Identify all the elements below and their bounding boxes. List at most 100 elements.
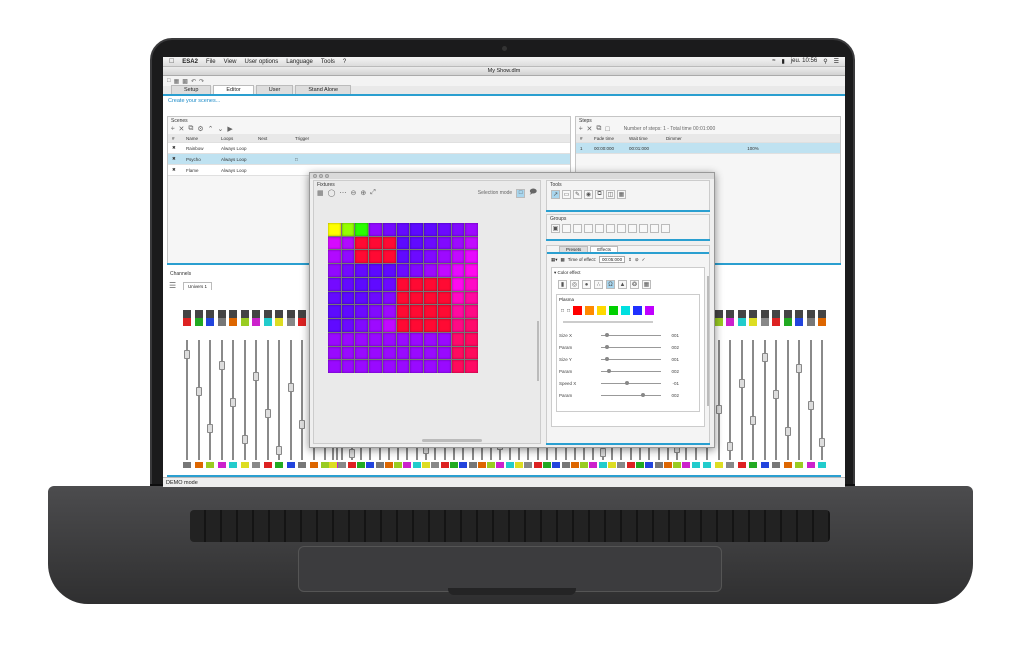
fixture-cell[interactable] [451,223,465,236]
menu-language[interactable]: Language [286,59,313,65]
group-icon[interactable] [573,224,582,233]
fire-icon[interactable]: ▲ [618,280,627,289]
fader-track[interactable] [209,340,211,460]
rectangle-icon[interactable]: ▭ [562,190,571,199]
channel-fader[interactable] [183,310,191,470]
fader-handle[interactable] [807,401,814,410]
fixture-cell[interactable] [355,332,369,346]
copy-scene-icon[interactable]: ⧉ [188,125,193,133]
fixture-cell[interactable] [410,277,424,291]
fader-handle[interactable] [738,379,745,388]
plasma-icon[interactable]: Ω [606,280,615,289]
fixture-cell[interactable] [382,319,396,332]
fixture-cell[interactable] [410,250,424,264]
color-swatch[interactable] [585,306,595,315]
group-icon[interactable] [584,224,593,233]
fixture-cell[interactable] [355,305,369,319]
clock[interactable]: jeu. 10:56 [791,58,817,65]
fader-handle[interactable] [348,449,355,458]
fixture-cell[interactable] [369,223,382,236]
group-icon[interactable] [628,224,637,233]
group-icon[interactable] [595,224,604,233]
fixture-cell[interactable] [451,291,465,305]
fixture-cell[interactable] [465,360,478,373]
fixture-cell[interactable] [437,305,451,319]
copy-step-icon[interactable]: ⧉ [596,125,601,133]
fixture-cell[interactable] [369,319,382,332]
fixture-cell[interactable] [328,291,341,305]
menu-list-icon[interactable]: ☰ [834,58,839,65]
param-slider[interactable] [601,332,661,337]
fader-handle[interactable] [207,424,213,433]
copy-icon[interactable]: ⧉ [595,190,604,199]
color-swatch[interactable] [633,306,643,315]
fixture-cell[interactable] [382,264,396,277]
fixture-cell[interactable] [341,360,355,373]
fader-handle[interactable] [195,387,202,396]
tab-stand-alone[interactable]: Stand Alone [295,85,352,94]
color-swatch[interactable] [609,306,619,315]
time-input[interactable]: 00:05:000 [599,256,626,263]
wifi-icon[interactable]: ≈ [772,58,775,65]
trigger-checkbox[interactable]: □ [291,157,298,162]
channel-fader[interactable] [760,310,769,470]
fixture-cell[interactable] [424,250,437,264]
fader-track[interactable] [717,340,720,460]
fader-handle[interactable] [276,446,282,455]
settings-icon[interactable]: ⚙ [197,125,203,133]
group-icon[interactable]: ▣ [551,224,560,233]
fixture-cell[interactable] [341,236,355,250]
new-icon[interactable]: □ [167,78,171,84]
battery-icon[interactable]: ▮ [782,58,785,65]
sphere-icon[interactable]: ● [582,280,591,289]
cancel-icon[interactable]: ⊘ [635,257,639,263]
group-icon[interactable] [562,224,571,233]
fixture-cell[interactable] [382,236,396,250]
step-dimmer[interactable]: 100% [662,146,840,151]
fader-mode-icon[interactable]: ☰ [169,281,176,290]
fixture-cell[interactable] [396,250,410,264]
move-down-icon[interactable]: ⌄ [218,125,224,133]
fader-handle[interactable] [773,390,779,399]
tab-effects[interactable]: Effects [590,246,618,252]
channel-fader[interactable] [806,310,815,470]
fixture-cell[interactable] [437,360,451,373]
fixture-cell[interactable] [465,250,478,264]
fixture-cell[interactable] [369,264,382,277]
fixture-cell[interactable] [355,236,369,250]
fixture-cell[interactable] [451,250,465,264]
fader-track[interactable] [786,340,789,460]
fixture-cell[interactable] [451,236,465,250]
fixture-cell[interactable] [424,360,437,373]
slider-handle[interactable] [640,392,645,397]
channel-fader[interactable] [263,310,272,470]
spiral-icon[interactable]: ◎ [570,280,579,289]
move-up-icon[interactable]: ⌃ [208,125,214,133]
row-delete-icon[interactable]: ✖ [168,167,182,173]
fixture-cell[interactable] [396,319,410,332]
slider-handle[interactable] [605,356,610,361]
fixture-cell[interactable] [355,277,369,291]
fixture-cell[interactable] [465,264,478,277]
fixture-cell[interactable] [328,236,341,250]
fixture-cell[interactable] [396,277,410,291]
palette-end-icon[interactable]: □ [567,308,570,314]
swirl-icon[interactable]: ❂ [630,280,639,289]
channel-fader[interactable] [783,310,792,470]
fixture-cell[interactable] [382,346,396,360]
image-icon[interactable]: ▦ [642,280,651,289]
param-slider[interactable] [601,344,661,349]
fixture-cell[interactable] [410,346,424,360]
pointer-icon[interactable]: ↗ [551,190,560,199]
channel-fader[interactable] [229,310,237,470]
fixture-cell[interactable] [424,277,437,291]
channel-fader[interactable] [275,310,283,470]
channel-fader[interactable] [194,310,203,470]
row-delete-icon[interactable]: ✖ [168,145,182,151]
fixture-cell[interactable] [437,250,451,264]
fader-handle[interactable] [796,364,802,373]
fixture-cell[interactable] [424,319,437,332]
fixture-cell[interactable] [396,305,410,319]
add-scene-icon[interactable]: ⧾ [171,125,175,133]
open-icon[interactable]: ▦ [174,78,180,85]
